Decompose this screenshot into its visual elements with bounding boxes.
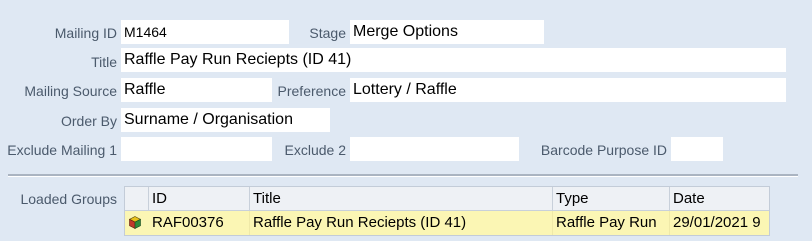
stage-field[interactable]: Merge Options bbox=[350, 20, 544, 44]
grid-header-icon-column bbox=[125, 187, 149, 210]
mailing-id-field[interactable]: M1464 bbox=[121, 20, 289, 44]
preference-field[interactable]: Lottery / Raffle bbox=[350, 78, 786, 102]
section-divider bbox=[8, 174, 798, 177]
row-date-cell: 29/01/2021 9 bbox=[673, 214, 761, 231]
column-header-type[interactable]: Type bbox=[553, 187, 670, 210]
group-cube-icon bbox=[129, 216, 141, 229]
barcode-purpose-field[interactable] bbox=[671, 137, 723, 161]
mailing-source-label: Mailing Source bbox=[24, 83, 117, 99]
grid-header: ID Title Type Date bbox=[125, 187, 769, 211]
mailing-id-label: Mailing ID bbox=[54, 25, 117, 41]
row-type-cell: Raffle Pay Run bbox=[553, 211, 670, 235]
barcode-purpose-label: Barcode Purpose ID bbox=[540, 142, 667, 158]
order-by-field[interactable]: Surname / Organisation bbox=[121, 108, 330, 132]
row-id-cell: RAF00376 bbox=[149, 211, 250, 235]
row-icon-cell bbox=[125, 211, 149, 235]
title-field[interactable]: Raffle Pay Run Reciepts (ID 41) bbox=[121, 48, 786, 72]
column-header-date[interactable]: Date bbox=[670, 187, 769, 210]
column-header-title[interactable]: Title bbox=[250, 187, 553, 210]
column-header-id[interactable]: ID bbox=[149, 187, 250, 210]
exclude-mailing-1-label: Exclude Mailing 1 bbox=[7, 142, 117, 158]
stage-label: Stage bbox=[309, 25, 346, 41]
exclude-2-label: Exclude 2 bbox=[284, 142, 346, 158]
loaded-groups-grid[interactable]: ID Title Type Date RAF00376 Raffle Pay R… bbox=[124, 186, 770, 236]
order-by-label: Order By bbox=[60, 113, 117, 129]
exclude-mailing-1-field[interactable] bbox=[121, 137, 272, 161]
table-row[interactable]: RAF00376 Raffle Pay Run Reciepts (ID 41)… bbox=[125, 211, 769, 235]
loaded-groups-label: Loaded Groups bbox=[20, 191, 117, 207]
preference-label: Preference bbox=[277, 83, 346, 99]
title-label: Title bbox=[91, 54, 117, 70]
mailing-source-field[interactable]: Raffle bbox=[121, 78, 272, 102]
row-title-cell: Raffle Pay Run Reciepts (ID 41) bbox=[250, 211, 553, 235]
exclude-2-field[interactable] bbox=[350, 137, 519, 161]
